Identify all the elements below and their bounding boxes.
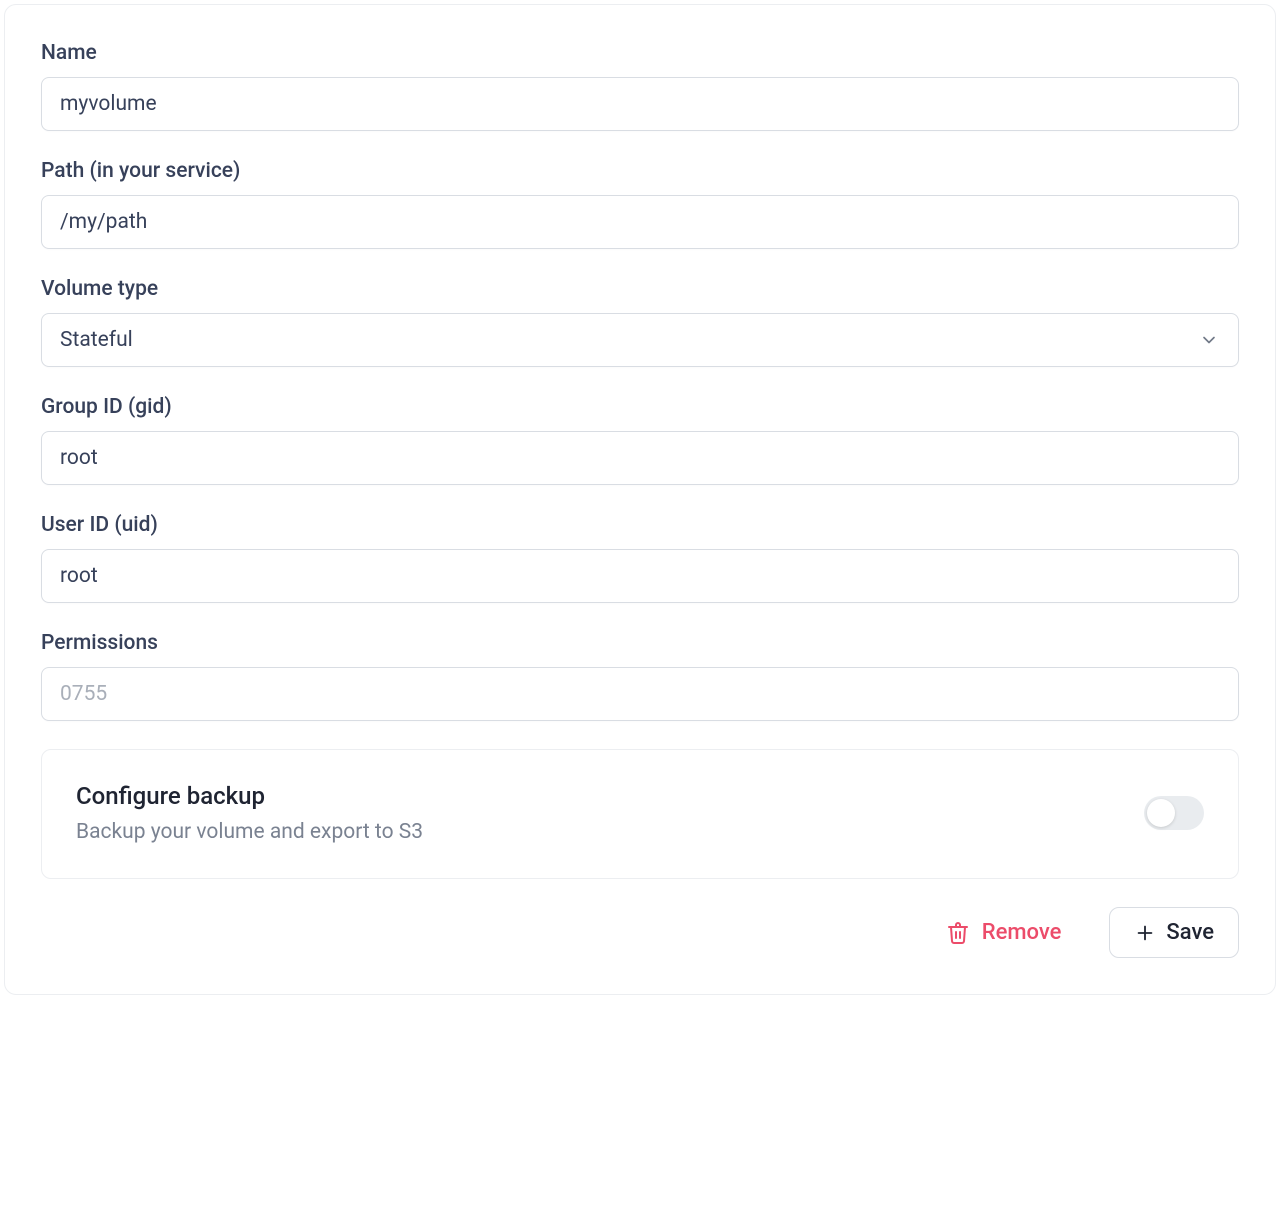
volume-type-select-wrap: Stateful (41, 313, 1239, 367)
backup-subtitle: Backup your volume and export to S3 (76, 820, 423, 844)
backup-title: Configure backup (76, 782, 423, 810)
field-uid: User ID (uid) (41, 513, 1239, 603)
field-volume-type: Volume type Stateful (41, 277, 1239, 367)
form-actions: Remove Save (41, 907, 1239, 958)
save-button[interactable]: Save (1109, 907, 1239, 958)
name-input[interactable] (41, 77, 1239, 131)
permissions-input[interactable] (41, 667, 1239, 721)
volume-type-select[interactable]: Stateful (41, 313, 1239, 367)
path-input[interactable] (41, 195, 1239, 249)
remove-button[interactable]: Remove (946, 920, 1062, 945)
permissions-label: Permissions (41, 631, 1239, 655)
uid-input[interactable] (41, 549, 1239, 603)
configure-backup-panel: Configure backup Backup your volume and … (41, 749, 1239, 879)
toggle-knob (1147, 799, 1175, 827)
gid-label: Group ID (gid) (41, 395, 1239, 419)
backup-toggle[interactable] (1144, 796, 1204, 830)
remove-label: Remove (982, 920, 1062, 945)
save-label: Save (1166, 920, 1214, 945)
backup-text: Configure backup Backup your volume and … (76, 782, 423, 844)
field-path: Path (in your service) (41, 159, 1239, 249)
field-name: Name (41, 41, 1239, 131)
gid-input[interactable] (41, 431, 1239, 485)
name-label: Name (41, 41, 1239, 65)
plus-icon (1134, 922, 1156, 944)
field-permissions: Permissions (41, 631, 1239, 721)
trash-icon (946, 921, 970, 945)
uid-label: User ID (uid) (41, 513, 1239, 537)
volume-form-card: Name Path (in your service) Volume type … (4, 4, 1276, 995)
volume-type-label: Volume type (41, 277, 1239, 301)
field-gid: Group ID (gid) (41, 395, 1239, 485)
path-label: Path (in your service) (41, 159, 1239, 183)
